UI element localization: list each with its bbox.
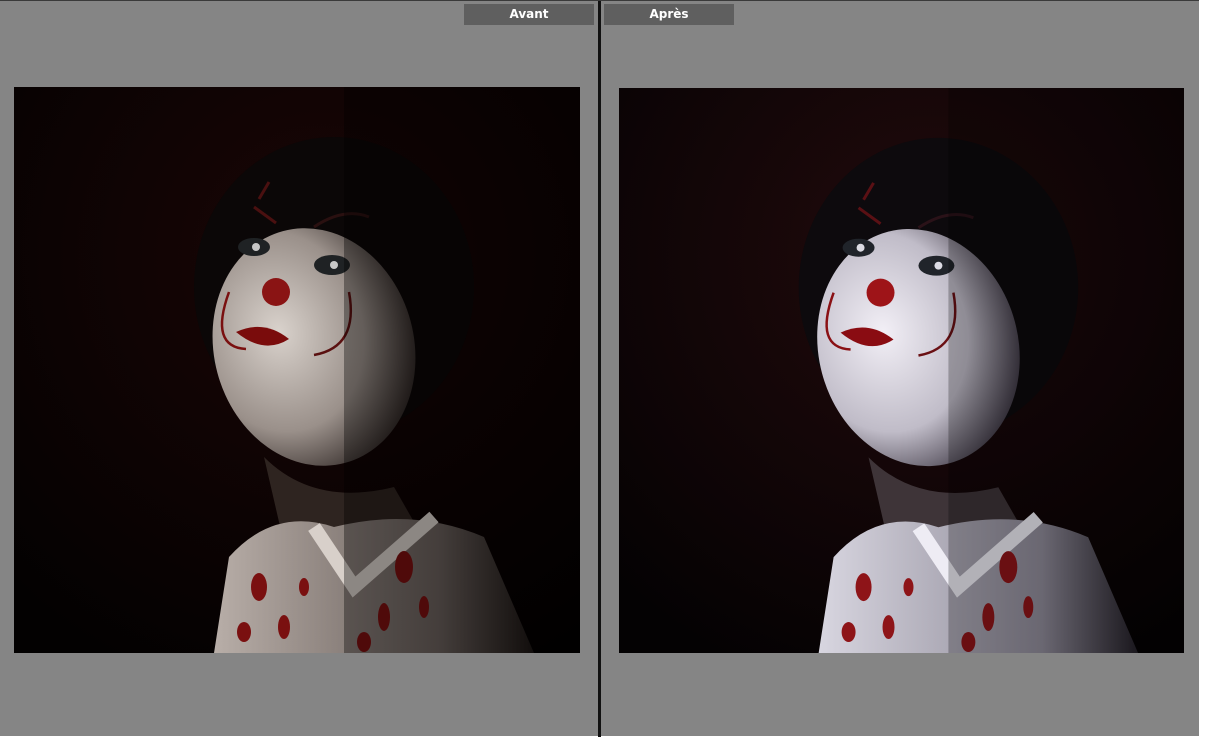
after-pane[interactable]: Après (601, 1, 1199, 737)
clown-portrait-before (14, 87, 580, 653)
clown-portrait-after (619, 88, 1184, 653)
after-label: Après (604, 4, 734, 25)
compare-workspace: Avant Après (0, 0, 1199, 737)
after-photo[interactable] (619, 88, 1184, 653)
before-label: Avant (464, 4, 594, 25)
before-photo[interactable] (14, 87, 580, 653)
before-pane[interactable]: Avant (0, 1, 598, 737)
